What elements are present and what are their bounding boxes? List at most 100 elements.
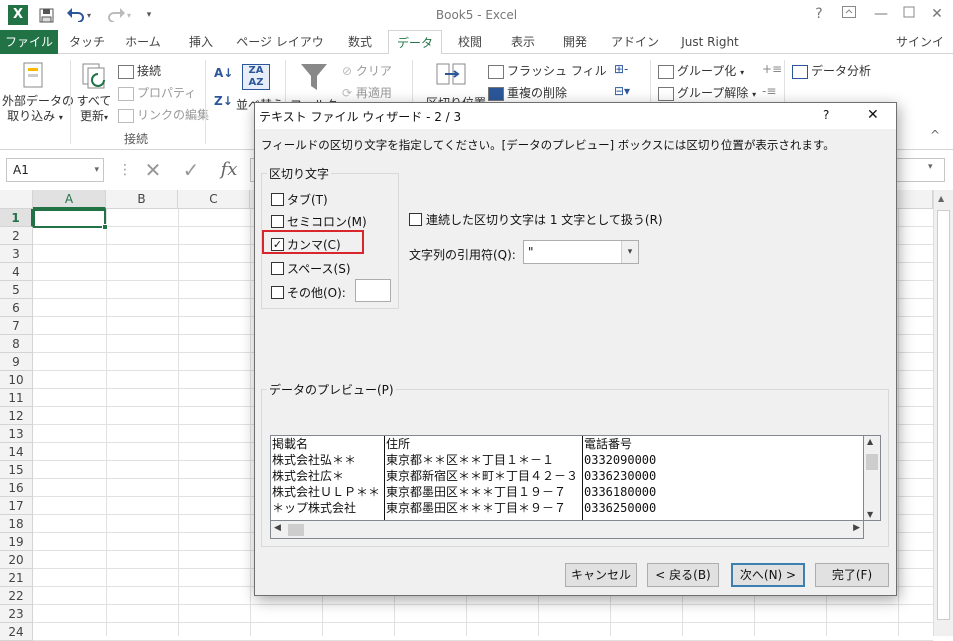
row-header[interactable]: 20 <box>0 551 33 569</box>
row-header[interactable]: 18 <box>0 515 33 533</box>
row-header[interactable]: 17 <box>0 497 33 515</box>
scroll-down-icon[interactable]: ▼ <box>867 510 873 519</box>
tab-addins[interactable]: アドイン <box>606 30 664 54</box>
row-header[interactable]: 21 <box>0 569 33 587</box>
remove-duplicates-button[interactable]: 重複の削除 <box>488 84 567 101</box>
name-box[interactable]: A1 ▾ <box>6 158 104 182</box>
ungroup-button[interactable]: グループ解除 ▾ <box>658 84 756 101</box>
preview-hscroll-thumb[interactable] <box>288 524 304 536</box>
minimize-button[interactable]: — <box>870 4 892 24</box>
row-header[interactable]: 1 <box>0 209 33 227</box>
row-header[interactable]: 22 <box>0 587 33 605</box>
preview-horizontal-scrollbar[interactable]: ◀ ▶ <box>270 521 864 539</box>
tab-insert[interactable]: 挿入 <box>176 30 226 54</box>
ribbon-display-icon[interactable] <box>838 4 860 24</box>
consolidate-icon[interactable]: ⊞- <box>614 62 628 76</box>
tab-data[interactable]: データ <box>388 30 442 55</box>
consecutive-delimiters-option[interactable]: 連続した区切り文字は 1 文字として扱う(R) <box>409 211 663 228</box>
show-detail-icon[interactable]: +≡ <box>762 62 782 76</box>
select-all-corner[interactable] <box>0 190 33 209</box>
preview-column-1[interactable]: 掲載名 株式会社弘＊＊ 株式会社広＊ 株式会社ＵＬＰ＊＊ ＊ップ株式会社 <box>271 436 385 520</box>
scroll-right-icon[interactable]: ▶ <box>853 523 860 533</box>
maximize-button[interactable] <box>898 4 920 24</box>
tab-view[interactable]: 表示 <box>500 30 546 54</box>
close-window-button[interactable]: ✕ <box>926 4 948 24</box>
sort-desc-icon[interactable]: Z↓ <box>214 94 233 108</box>
delimiter-space-option[interactable]: スペース(S) <box>271 260 351 277</box>
preview-vertical-scrollbar[interactable]: ▲ ▼ <box>864 435 881 521</box>
consecutive-delimiters-checkbox[interactable] <box>409 213 422 226</box>
vertical-scrollbar[interactable]: ▲ <box>933 190 953 636</box>
signin-link[interactable]: サインイン <box>896 30 953 73</box>
delimiter-other-checkbox[interactable] <box>271 286 284 299</box>
clear-button[interactable]: ⊘ クリア <box>342 62 392 79</box>
text-qualifier-select[interactable]: " ▾ <box>523 240 639 264</box>
column-header-b[interactable]: B <box>106 190 178 209</box>
reapply-button[interactable]: ⟳ 再適用 <box>342 84 392 101</box>
tab-formulas[interactable]: 数式 <box>336 30 384 54</box>
properties-button[interactable]: プロパティ <box>118 84 196 101</box>
collapse-ribbon-icon[interactable]: ^ <box>930 128 940 142</box>
row-header[interactable]: 3 <box>0 245 33 263</box>
row-header[interactable]: 23 <box>0 605 33 623</box>
refresh-all-button[interactable]: すべて 更新▾ <box>74 94 114 125</box>
flash-fill-button[interactable]: フラッシュ フィル <box>488 62 607 79</box>
delimiter-other-option[interactable]: その他(O): <box>271 284 346 301</box>
row-header[interactable]: 6 <box>0 299 33 317</box>
dialog-title-bar[interactable]: テキスト ファイル ウィザード - 2 / 3 ? ✕ <box>255 103 896 129</box>
delimiter-tab-option[interactable]: タブ(T) <box>271 191 328 208</box>
hide-detail-icon[interactable]: -≡ <box>762 84 776 98</box>
scroll-left-icon[interactable]: ◀ <box>274 523 281 533</box>
edit-links-button[interactable]: リンクの編集 <box>118 106 209 123</box>
expand-formula-bar-icon[interactable]: ▾ <box>928 162 933 172</box>
confirm-entry-icon[interactable]: ✓ <box>176 158 206 182</box>
cancel-button[interactable]: キャンセル <box>565 563 637 587</box>
delimiter-semicolon-checkbox[interactable] <box>271 215 284 228</box>
tab-home[interactable]: ホーム <box>118 30 168 54</box>
sort-asc-icon[interactable]: A↓ <box>214 66 233 80</box>
scroll-up-icon[interactable]: ▲ <box>867 437 873 446</box>
help-button[interactable]: ? <box>808 4 830 24</box>
scroll-thumb[interactable] <box>937 210 950 620</box>
row-header[interactable]: 16 <box>0 479 33 497</box>
row-header[interactable]: 5 <box>0 281 33 299</box>
data-analysis-button[interactable]: データ分析 <box>792 62 871 79</box>
row-header[interactable]: 15 <box>0 461 33 479</box>
tab-developer[interactable]: 開発 <box>552 30 598 54</box>
row-header[interactable]: 11 <box>0 389 33 407</box>
scroll-up-icon[interactable]: ▲ <box>938 194 944 203</box>
cancel-entry-icon[interactable]: ✕ <box>138 158 168 182</box>
connections-button[interactable]: 接続 <box>118 62 161 79</box>
active-cell[interactable] <box>33 209 108 230</box>
row-header[interactable]: 12 <box>0 407 33 425</box>
preview-column-2[interactable]: 住所 東京都＊＊区＊＊丁目１＊－１ 東京都新宿区＊＊町＊丁目４２－３ 東京都墨田区＊＊… <box>385 436 583 520</box>
dialog-help-button[interactable]: ? <box>823 108 829 122</box>
fill-handle[interactable] <box>102 224 108 230</box>
row-header[interactable]: 8 <box>0 335 33 353</box>
column-header-a[interactable]: A <box>33 190 106 209</box>
row-header[interactable]: 9 <box>0 353 33 371</box>
chevron-down-icon[interactable]: ▾ <box>621 241 638 263</box>
group-button[interactable]: グループ化 ▾ <box>658 62 744 79</box>
dialog-close-button[interactable]: ✕ <box>867 107 879 123</box>
row-header[interactable]: 10 <box>0 371 33 389</box>
back-button[interactable]: < 戻る(B) <box>647 563 719 587</box>
data-preview-box[interactable]: 掲載名 株式会社弘＊＊ 株式会社広＊ 株式会社ＵＬＰ＊＊ ＊ップ株式会社 住所 東京都＊＊… <box>270 435 864 521</box>
row-header[interactable]: 19 <box>0 533 33 551</box>
next-button[interactable]: 次へ(N) > <box>731 563 805 587</box>
relationships-icon[interactable]: ⊟▾ <box>614 84 630 98</box>
tab-touch[interactable]: タッチ <box>62 30 112 54</box>
row-header[interactable]: 24 <box>0 623 33 641</box>
preview-column-3[interactable]: 電話番号 0332090000 0336230000 0336180000 033625… <box>583 436 863 520</box>
tab-page-layout[interactable]: ページ レイアウト <box>232 30 328 73</box>
delimiter-semicolon-option[interactable]: セミコロン(M) <box>271 213 367 230</box>
insert-function-icon[interactable]: fx <box>212 158 246 182</box>
finish-button[interactable]: 完了(F) <box>815 563 889 587</box>
row-header[interactable]: 14 <box>0 443 33 461</box>
tab-review[interactable]: 校閲 <box>446 30 494 54</box>
tab-just-right[interactable]: Just Right <box>670 30 750 54</box>
delimiter-space-checkbox[interactable] <box>271 262 284 275</box>
delimiter-other-input[interactable] <box>355 279 391 302</box>
column-header-c[interactable]: C <box>178 190 250 209</box>
row-header[interactable]: 2 <box>0 227 33 245</box>
